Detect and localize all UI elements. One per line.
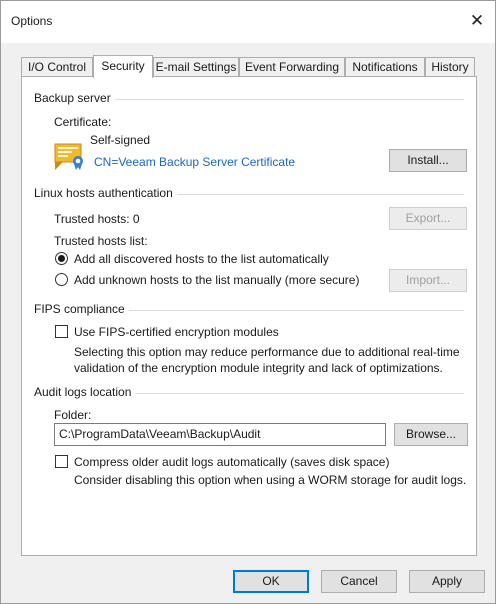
audit-logs-heading: Audit logs location — [34, 385, 136, 399]
tab-notifications[interactable]: Notifications — [345, 57, 425, 77]
install-button[interactable]: Install... — [389, 149, 467, 172]
import-button[interactable]: Import... — [389, 269, 467, 292]
window-title: Options — [11, 14, 53, 28]
add-discovered-hosts-radio[interactable] — [55, 252, 68, 265]
certificate-name-link[interactable]: CN=Veeam Backup Server Certificate — [94, 155, 295, 169]
close-icon[interactable]: ✕ — [463, 7, 491, 35]
certificate-type: Self-signed — [90, 133, 151, 147]
trusted-hosts-count: Trusted hosts: 0 — [54, 212, 140, 226]
cancel-button[interactable]: Cancel — [321, 570, 397, 593]
security-tab-panel: Backup server Certificate: Self-signed C… — [21, 76, 477, 556]
compress-audit-logs-label[interactable]: Compress older audit logs automatically … — [74, 455, 389, 469]
tab-email-settings[interactable]: E-mail Settings — [153, 57, 239, 77]
add-unknown-hosts-label[interactable]: Add unknown hosts to the list manually (… — [74, 273, 359, 287]
certificate-icon — [54, 143, 83, 170]
audit-folder-input[interactable]: C:\ProgramData\Veeam\Backup\Audit — [54, 423, 386, 446]
folder-label: Folder: — [54, 408, 92, 422]
apply-button[interactable]: Apply — [409, 570, 485, 593]
options-dialog: Options ✕ I/O Control Security E-mail Se… — [0, 0, 496, 604]
tab-history[interactable]: History — [425, 57, 475, 77]
fips-description-line2: validation of the encryption module inte… — [74, 361, 443, 375]
fips-checkbox[interactable] — [55, 325, 68, 338]
add-discovered-hosts-label[interactable]: Add all discovered hosts to the list aut… — [74, 252, 329, 266]
fips-checkbox-label[interactable]: Use FIPS-certified encryption modules — [74, 325, 279, 339]
worm-storage-note: Consider disabling this option when usin… — [74, 473, 467, 487]
browse-button[interactable]: Browse... — [394, 423, 468, 446]
tab-io-control[interactable]: I/O Control — [21, 57, 93, 77]
backup-server-heading: Backup server — [34, 91, 115, 105]
linux-auth-heading: Linux hosts authentication — [34, 186, 177, 200]
export-button[interactable]: Export... — [389, 207, 467, 230]
tab-security[interactable]: Security — [93, 55, 153, 78]
ok-button[interactable]: OK — [233, 570, 309, 593]
fips-heading: FIPS compliance — [34, 302, 129, 316]
add-unknown-hosts-radio[interactable] — [55, 273, 68, 286]
fips-description-line1: Selecting this option may reduce perform… — [74, 345, 460, 359]
trusted-hosts-list-label: Trusted hosts list: — [54, 234, 148, 248]
title-bar: Options ✕ — [1, 1, 495, 43]
certificate-label: Certificate: — [54, 115, 112, 129]
tab-event-forwarding[interactable]: Event Forwarding — [239, 57, 345, 77]
dialog-footer: OK Cancel Apply — [1, 556, 495, 603]
compress-audit-logs-checkbox[interactable] — [55, 455, 68, 468]
